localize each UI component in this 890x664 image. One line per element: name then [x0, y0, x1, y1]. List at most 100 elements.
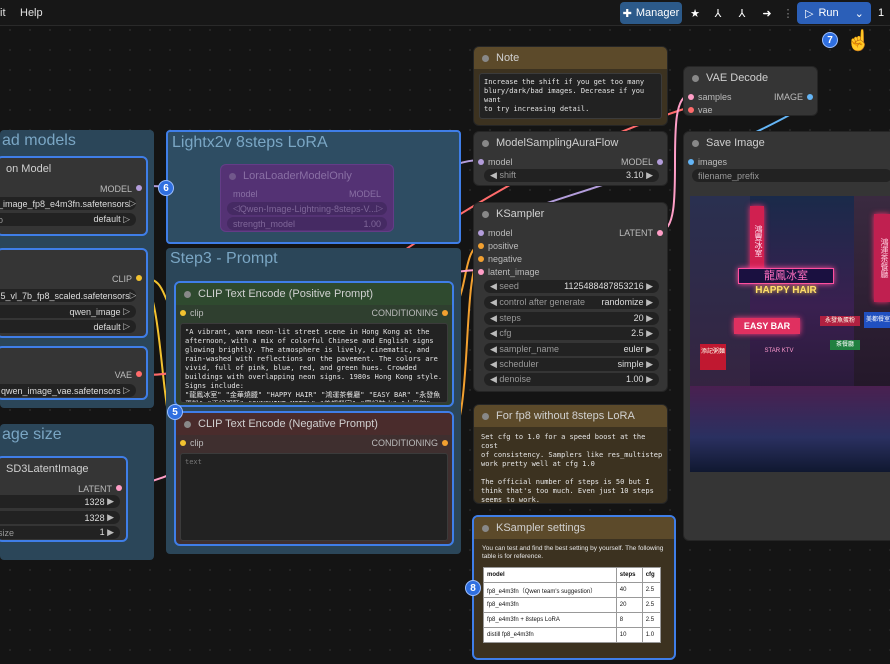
sampler-name-combo[interactable]: ◀ sampler_name euler ▶	[484, 343, 659, 356]
input-model-port[interactable]	[478, 159, 484, 165]
load-clip-node[interactable]: CLIP .5_vl_7b_fp8_scaled.safetensors ▷ qw…	[0, 248, 148, 338]
step-badge-5: 5	[167, 404, 183, 420]
node-title: Note	[496, 52, 520, 64]
width-number[interactable]: 1328 ▶	[0, 495, 120, 508]
scheduler-combo[interactable]: ◀ scheduler simple ▶	[484, 358, 659, 371]
top-menu-bar: it Help ✚ Manager ★ ⅄ ⅄ ➜ ⋮ ▷ Run ⌄ 1	[0, 0, 890, 26]
input-negative-port[interactable]	[478, 256, 484, 262]
output-latent-port[interactable]	[657, 230, 663, 236]
vae-name-combo[interactable]: qwen_image_vae.safetensors ▷	[0, 384, 136, 397]
input-model-port[interactable]	[478, 230, 484, 236]
generated-image-preview[interactable]: 鴻豐冰室 龍鳳冰室 HAPPY HAIR EASY BAR 鴻運茶餐廳 STAR…	[690, 196, 890, 472]
table-cell: fp8_e4m3fn	[483, 597, 617, 613]
node-title: ModelSamplingAuraFlow	[496, 137, 619, 149]
positive-prompt-text[interactable]: "A vibrant, warm neon-lit street scene i…	[180, 323, 448, 403]
cfg-number[interactable]: ◀ cfg 2.5 ▶	[484, 327, 659, 340]
seed-number[interactable]: ◀ seed 1125488487853216 ▶	[484, 280, 659, 293]
output-conditioning-port[interactable]	[442, 440, 448, 446]
filename-prefix-field[interactable]: filename_prefix	[692, 169, 890, 182]
output-latent-port[interactable]	[116, 485, 122, 491]
steps-number[interactable]: ◀ steps 20 ▶	[484, 312, 659, 325]
fp8-note-node[interactable]: For fp8 without 8steps LoRA Set cfg to 1…	[473, 404, 668, 504]
input-clip-port[interactable]	[180, 440, 186, 446]
input-latent-port[interactable]	[478, 269, 484, 275]
node-header: For fp8 without 8steps LoRA	[474, 405, 667, 427]
step-badge-6: 6	[158, 180, 174, 196]
weight-dtype-combo[interactable]: odefault ▷	[0, 213, 136, 226]
settings-table: model steps cfg fp8_e4m3fn（Qwen team's s…	[483, 567, 662, 643]
node-header: KSampler	[474, 203, 667, 225]
input-positive-label: positive	[488, 241, 519, 251]
group-title: age size	[2, 426, 62, 443]
manager-label: Manager	[635, 7, 680, 19]
input-images-port[interactable]	[688, 159, 694, 165]
height-number[interactable]: 1328 ▶	[0, 511, 120, 524]
menu-edit[interactable]: it	[0, 7, 6, 19]
input-clip-port[interactable]	[180, 310, 186, 316]
run-dropdown-chevron-icon[interactable]: ⌄	[855, 7, 864, 20]
shift-number[interactable]: ◀ shiftshift3.10 ▶	[484, 169, 659, 182]
clip-text-encode-negative-node[interactable]: CLIP Text Encode (Negative Prompt) clip …	[174, 411, 454, 546]
output-model-port[interactable]	[136, 185, 142, 191]
clip-type-combo[interactable]: qwen_image ▷	[0, 305, 136, 318]
favorite-star-icon[interactable]: ★	[686, 2, 704, 24]
run-label: Run	[818, 7, 839, 19]
node-tool-icon[interactable]: ⅄	[709, 2, 727, 24]
clip-name-combo[interactable]: .5_vl_7b_fp8_scaled.safetensors ▷	[0, 289, 136, 302]
output-conditioning-port[interactable]	[442, 310, 448, 316]
lora-name-combo[interactable]: ◁ Qwen-Image-Lightning-8steps-V... ▷	[227, 202, 387, 215]
unet-name-combo[interactable]: _image_fp8_e4m3fn.safetensors ▷	[0, 197, 136, 210]
table-row: fp8_e4m3fn（Qwen team's suggestion） 40 2.…	[483, 582, 662, 598]
ksampler-node[interactable]: KSampler model LATENT positive negative …	[473, 202, 668, 392]
node-header: Note	[474, 47, 667, 69]
ksampler-settings-node[interactable]: KSampler settings You can test and find …	[472, 515, 676, 660]
table-cell: distill fp8_e4m3fn	[483, 627, 617, 643]
run-count[interactable]: 1	[874, 2, 888, 24]
model-sampling-aura-flow-node[interactable]: ModelSamplingAuraFlow model MODEL ◀ shif…	[473, 131, 668, 186]
save-image-node[interactable]: Save Image images filename_prefix 鴻豐冰室 龍…	[683, 131, 890, 541]
negative-prompt-text[interactable]: text	[180, 453, 448, 541]
load-vae-node[interactable]: VAE qwen_image_vae.safetensors ▷	[0, 346, 148, 400]
strength-model-number[interactable]: strength_model 1.00	[227, 217, 387, 230]
denoise-number[interactable]: ◀ denoise 1.00 ▶	[484, 373, 659, 386]
node-title: VAE Decode	[706, 72, 769, 84]
control-after-generate-combo[interactable]: ◀ control after generate randomize ▶	[484, 296, 659, 309]
fp8-note-text[interactable]: Set cfg to 1.0 for a speed boost at the …	[481, 433, 664, 503]
clip-device-combo[interactable]: default ▷	[0, 320, 136, 333]
table-row: fp8_e4m3fn + 8steps LoRA 8 2.5	[483, 612, 662, 628]
batch-size-number[interactable]: size1 ▶	[0, 526, 120, 539]
step-badge-7: 7	[822, 32, 838, 48]
neon-sign-vertical-right: 鴻運茶餐廳	[874, 214, 890, 302]
group-title: Lightx2v 8steps LoRA	[172, 134, 328, 151]
input-images-label: images	[698, 157, 728, 167]
run-button[interactable]: ▷ Run ⌄	[797, 2, 871, 24]
note-node[interactable]: Note Increase the shift if you get too m…	[473, 46, 668, 126]
input-samples-port[interactable]	[688, 94, 694, 100]
output-image-port[interactable]	[807, 94, 813, 100]
output-model-port[interactable]	[657, 159, 663, 165]
output-vae-port[interactable]	[136, 371, 142, 377]
manager-button[interactable]: ✚ Manager	[620, 2, 682, 24]
note-text[interactable]: Increase the shift if you get too many b…	[479, 73, 662, 119]
input-vae-port[interactable]	[688, 107, 694, 113]
menu-help[interactable]: Help	[20, 7, 43, 19]
table-header-row: model steps cfg	[483, 567, 662, 583]
input-positive-port[interactable]	[478, 243, 484, 249]
input-clip-label: clip	[190, 438, 204, 448]
input-vae-label: vae	[698, 105, 713, 115]
input-samples-label: samples	[698, 92, 732, 102]
empty-sd3-latent-image-node[interactable]: SD3LatentImage LATENT 1328 ▶ 1328 ▶ size…	[0, 456, 128, 542]
node-tool-alt-icon[interactable]: ⅄	[733, 2, 751, 24]
clip-text-encode-positive-node[interactable]: CLIP Text Encode (Positive Prompt) clip …	[174, 281, 454, 407]
share-arrow-icon[interactable]: ➜	[758, 2, 776, 24]
neon-sign-vertical-red: 鴻豐冰室	[750, 206, 764, 276]
output-clip-port[interactable]	[136, 275, 142, 281]
load-diffusion-model-node[interactable]: on Model MODEL _image_fp8_e4m3fn.safeten…	[0, 156, 148, 236]
neon-sign-star-ktv: STAR KTV	[764, 348, 794, 354]
table-header: model	[483, 567, 617, 583]
output-model-label: MODEL	[99, 184, 132, 194]
group-title: Step3 - Prompt	[170, 250, 278, 267]
vae-decode-node[interactable]: VAE Decode samples IMAGE vae	[683, 66, 818, 116]
drag-handle-icon[interactable]: ⋮	[783, 2, 794, 24]
lora-loader-model-only-node[interactable]: LoraLoaderModelOnly model MODEL ◁ Qwen-Im…	[220, 164, 394, 232]
